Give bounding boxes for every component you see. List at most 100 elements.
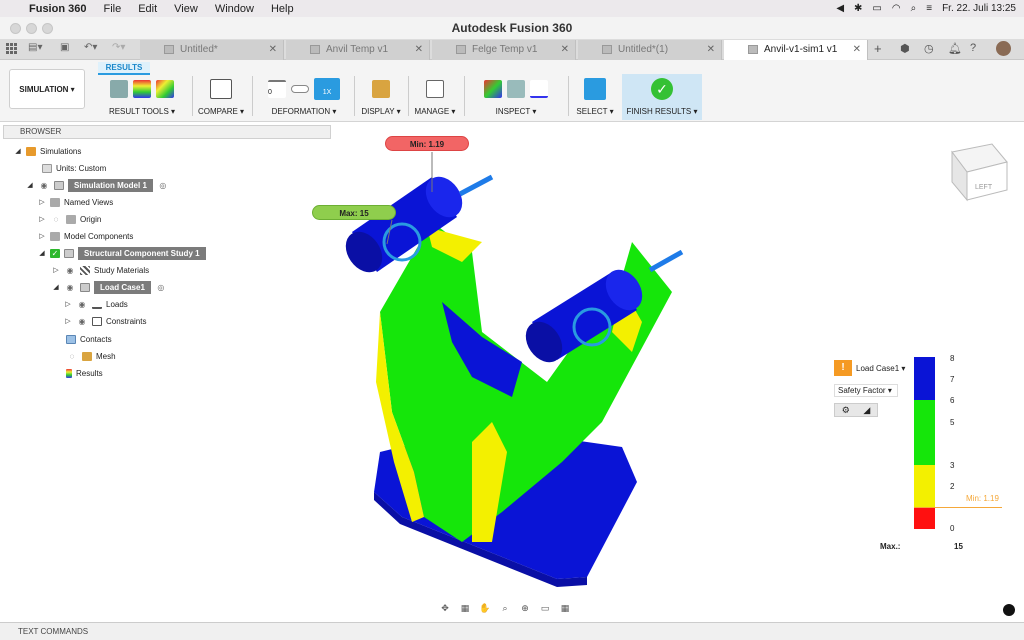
minimize-window-button[interactable] (26, 23, 37, 34)
close-tab-icon[interactable]: ✕ (561, 40, 569, 60)
collapse-icon[interactable]: ◢ (52, 281, 60, 294)
zoom-icon[interactable]: ⌕ (498, 603, 512, 614)
expand-icon[interactable]: ▷ (38, 213, 46, 226)
select-group[interactable]: SELECT ▾ (572, 76, 618, 120)
browser-node-simulation-model[interactable]: ◢ ◉ Simulation Model 1 ◎ (26, 179, 169, 192)
browser-node-results[interactable]: Results (66, 367, 103, 380)
probe-icon[interactable] (484, 80, 502, 98)
max-flag[interactable]: Max: 15 (312, 205, 396, 220)
app-grid-icon[interactable] (6, 43, 17, 54)
compare-group[interactable]: COMPARE ▾ (196, 76, 246, 120)
browser-node-model-components[interactable]: ▷ Model Components (38, 230, 133, 243)
report-icon[interactable] (133, 80, 151, 98)
actual-deform-icon[interactable]: 1X (314, 78, 340, 100)
activate-icon[interactable]: ◎ (157, 179, 169, 192)
expand-icon[interactable]: ▷ (64, 298, 72, 311)
reaction-force-icon[interactable] (530, 80, 548, 98)
browser-node-mesh[interactable]: ◌ Mesh (66, 350, 116, 363)
tab-felge-temp[interactable]: Felge Temp v1 ✕ (432, 40, 576, 60)
grid-settings-icon[interactable]: ▦ (558, 603, 572, 614)
checkmark-icon[interactable]: ✓ (651, 78, 673, 100)
file-menu-icon[interactable]: ▤▾ (28, 42, 42, 53)
battery-icon[interactable]: ▭ (872, 3, 881, 14)
visibility-icon[interactable]: ◉ (64, 264, 76, 277)
volume-icon[interactable]: ◀ (836, 3, 844, 14)
browser-node-simulations[interactable]: ◢ Simulations (14, 145, 81, 158)
close-tab-icon[interactable]: ✕ (415, 40, 423, 60)
tab-anvil-temp[interactable]: Anvil Temp v1 ✕ (286, 40, 430, 60)
expand-icon[interactable]: ▷ (52, 264, 60, 277)
measure-icon[interactable] (507, 80, 525, 98)
compare-icon[interactable] (210, 79, 232, 99)
deformation-group[interactable]: 0 1X DEFORMATION ▾ (258, 76, 350, 120)
fit-icon[interactable]: ⊕ (518, 603, 532, 614)
undo-icon[interactable]: ↶▾ (84, 42, 97, 53)
result-type-dropdown[interactable]: Safety Factor ▾ (834, 384, 898, 397)
menu-help[interactable]: Help (271, 3, 294, 15)
clock[interactable]: Fr. 22. Juli 13:25 (942, 3, 1016, 14)
finish-results-group[interactable]: ✓ FINISH RESULTS ▾ (622, 74, 702, 120)
notifications-icon[interactable]: 🔔︎ (948, 42, 962, 55)
user-avatar[interactable] (996, 41, 1011, 56)
search-icon[interactable]: ⌕ (911, 3, 917, 14)
menu-edit[interactable]: Edit (138, 3, 157, 15)
collapse-icon[interactable]: ◢ (26, 179, 34, 192)
result-tools-group[interactable]: RESULT TOOLS ▾ (96, 76, 188, 120)
collapse-icon[interactable]: ◢ (38, 247, 46, 260)
visibility-off-icon[interactable]: ◌ (66, 350, 78, 363)
no-deform-icon[interactable]: 0 (268, 80, 286, 98)
extensions-status-icon[interactable] (1003, 604, 1015, 616)
browser-node-origin[interactable]: ▷ ◌ Origin (38, 213, 101, 226)
visibility-icon[interactable]: ◉ (38, 179, 50, 192)
expand-icon[interactable]: ▷ (38, 230, 46, 243)
visibility-icon[interactable]: ◉ (76, 315, 88, 328)
bluetooth-icon[interactable]: ✱ (854, 3, 862, 14)
redo-icon[interactable]: ↷▾ (112, 42, 125, 53)
browser-node-units[interactable]: Units: Custom (42, 162, 106, 175)
gear-icon[interactable]: ⚙ (842, 404, 850, 416)
browser-node-loads[interactable]: ▷ ◉ Loads (64, 298, 128, 311)
expand-icon[interactable]: ▷ (64, 315, 72, 328)
pan-icon[interactable]: ✋ (478, 603, 492, 614)
orbit-icon[interactable]: ✥ (438, 603, 452, 614)
browser-node-load-case[interactable]: ◢ ◉ Load Case1 ◎ (52, 281, 167, 294)
warning-icon[interactable]: ! (834, 360, 852, 376)
extensions-icon[interactable]: ⬢ (900, 42, 910, 55)
adjusted-deform-icon[interactable] (291, 85, 309, 93)
menu-view[interactable]: View (174, 3, 198, 15)
animate-icon[interactable] (110, 80, 128, 98)
wifi-icon[interactable]: ◠ (892, 3, 901, 14)
inspect-group[interactable]: INSPECT ▾ (468, 76, 564, 120)
display-group[interactable]: DISPLAY ▾ (358, 76, 404, 120)
job-status-icon[interactable]: ◷ (924, 42, 934, 55)
menu-app-name[interactable]: Fusion 360 (29, 3, 86, 15)
load-case-selector[interactable]: ! Load Case1 ▾ (834, 360, 905, 376)
menu-window[interactable]: Window (215, 3, 254, 15)
look-at-icon[interactable]: ▦ (458, 603, 472, 614)
save-icon[interactable]: ▣ (60, 42, 69, 53)
tab-results[interactable]: RESULTS (98, 62, 150, 75)
browser-node-constraints[interactable]: ▷ ◉ Constraints (64, 315, 146, 328)
collapse-icon[interactable]: ◢ (14, 145, 22, 158)
close-tab-icon[interactable]: ✕ (707, 40, 715, 60)
browser-node-named-views[interactable]: ▷ Named Views (38, 196, 113, 209)
control-center-icon[interactable]: ≡ (926, 3, 932, 14)
display-settings-icon[interactable]: ▭ (538, 603, 552, 614)
visibility-off-icon[interactable]: ◌ (50, 213, 62, 226)
text-commands-bar[interactable]: TEXT COMMANDS (0, 622, 1024, 640)
visibility-icon[interactable]: ◉ (64, 281, 76, 294)
activate-icon[interactable]: ◎ (155, 281, 167, 294)
browser-node-contacts[interactable]: Contacts (66, 333, 112, 346)
close-window-button[interactable] (10, 23, 21, 34)
close-tab-icon[interactable]: ✕ (853, 40, 861, 60)
zoom-window-button[interactable] (42, 23, 53, 34)
legend-options-icon[interactable]: ◢ (863, 404, 870, 416)
manage-group[interactable]: MANAGE ▾ (412, 76, 458, 120)
menu-file[interactable]: File (103, 3, 121, 15)
select-icon[interactable] (584, 78, 606, 100)
min-flag[interactable]: Min: 1.19 (385, 136, 469, 151)
expand-icon[interactable]: ▷ (38, 196, 46, 209)
browser-node-study-materials[interactable]: ▷ ◉ Study Materials (52, 264, 149, 277)
result-plot-icon[interactable] (156, 80, 174, 98)
tab-untitled[interactable]: Untitled* ✕ (140, 40, 284, 60)
